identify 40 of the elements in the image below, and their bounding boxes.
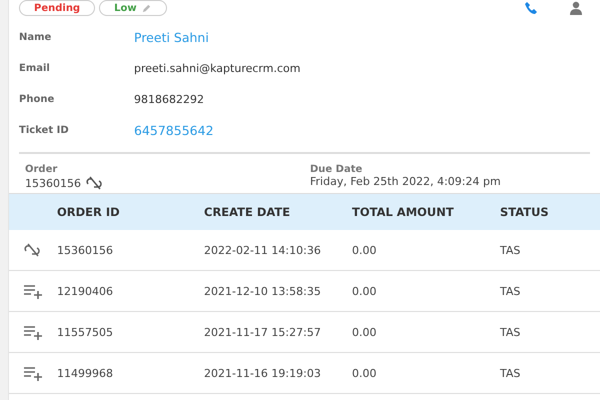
table-cell-text: 12190406 [57, 284, 114, 298]
playlist-add-icon[interactable] [23, 324, 43, 340]
table-cell-text: 0.00 [352, 326, 378, 338]
column-header: ORDER ID [57, 205, 121, 219]
column-header: CREATE DATE [204, 205, 292, 219]
table-cell-text: TAS [500, 244, 522, 256]
field-label: Phone [19, 94, 56, 105]
pencil-icon [140, 2, 152, 14]
playlist-add-icon[interactable] [23, 365, 43, 381]
phone-icon[interactable] [524, 1, 538, 15]
column-header: TOTAL AMOUNT [352, 205, 455, 219]
table-cell-text: TAS [500, 366, 522, 380]
due-date-value: Friday, Feb 25th 2022, 4:09:24 pm [310, 175, 501, 188]
field-label: Name [19, 32, 52, 43]
status-tag[interactable]: Low [99, 0, 167, 16]
field-value: 9818682292 [134, 93, 204, 106]
table-cell-text: 0.00 [352, 284, 378, 298]
table-cell-text: 2021-12-10 13:58:35 [204, 284, 322, 298]
field-value: preeti.sahni@kapturecrm.com [134, 62, 300, 75]
table-cell-text: 15360156 [57, 244, 114, 256]
due-date-label: Due Date [310, 164, 364, 175]
status-tag[interactable]: Pending [19, 0, 96, 16]
field-link[interactable]: Preeti Sahni [134, 30, 209, 45]
table-cell-text: 0.00 [352, 244, 378, 256]
field-label: Ticket ID [19, 125, 70, 136]
table-cell-text: TAS [500, 284, 522, 298]
table-cell-text: 2021-11-17 15:27:57 [204, 326, 322, 338]
table-cell-text: 11557505 [57, 326, 114, 338]
table-cell-text: 2021-11-16 19:19:03 [204, 366, 322, 380]
field-label: Email [19, 63, 51, 74]
field-link[interactable]: 6457855642 [134, 123, 214, 138]
playlist-add-icon[interactable] [23, 283, 43, 299]
order-value: 15360156 [25, 176, 81, 190]
person-icon[interactable] [568, 1, 584, 15]
table-cell-text: 2022-02-11 14:10:36 [204, 244, 322, 256]
table-cell-text: 11499968 [57, 366, 114, 380]
column-header: STATUS [500, 205, 550, 219]
order-label: Order [25, 164, 58, 175]
table-cell-text: 0.00 [352, 366, 378, 380]
table-cell-text: TAS [500, 326, 522, 338]
